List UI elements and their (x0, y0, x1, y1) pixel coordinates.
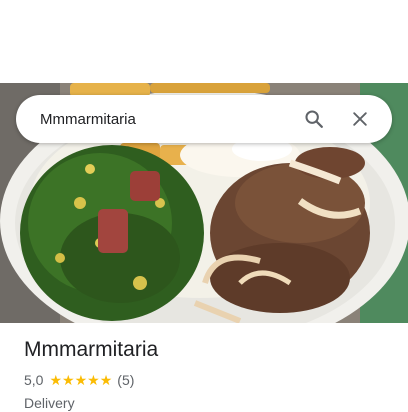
place-category: Delivery (24, 395, 75, 411)
search-bar[interactable] (16, 95, 392, 143)
close-icon (353, 112, 367, 126)
place-title: Mmmarmitaria (24, 338, 159, 361)
star-icon: ★ (99, 372, 113, 388)
star-icon: ★ (74, 372, 88, 388)
star-icon: ★ (87, 372, 100, 388)
rating-row[interactable]: 5,0 ★ ★ ★ ★ ★ (5) (24, 371, 392, 389)
search-button[interactable] (294, 99, 334, 139)
rating-stars: ★ ★ ★ ★ ★ (49, 373, 112, 387)
place-info: Mmmarmitaria 5,0 ★ ★ ★ ★ ★ (5) Delivery (24, 336, 392, 412)
search-input[interactable] (40, 110, 288, 128)
star-icon: ★ (49, 372, 63, 388)
star-icon: ★ (62, 372, 75, 388)
top-blank-area (0, 0, 408, 83)
clear-search-button[interactable] (340, 99, 380, 139)
rating-value: 5,0 (24, 372, 44, 388)
search-icon (305, 110, 323, 128)
review-count[interactable]: (5) (117, 371, 134, 389)
